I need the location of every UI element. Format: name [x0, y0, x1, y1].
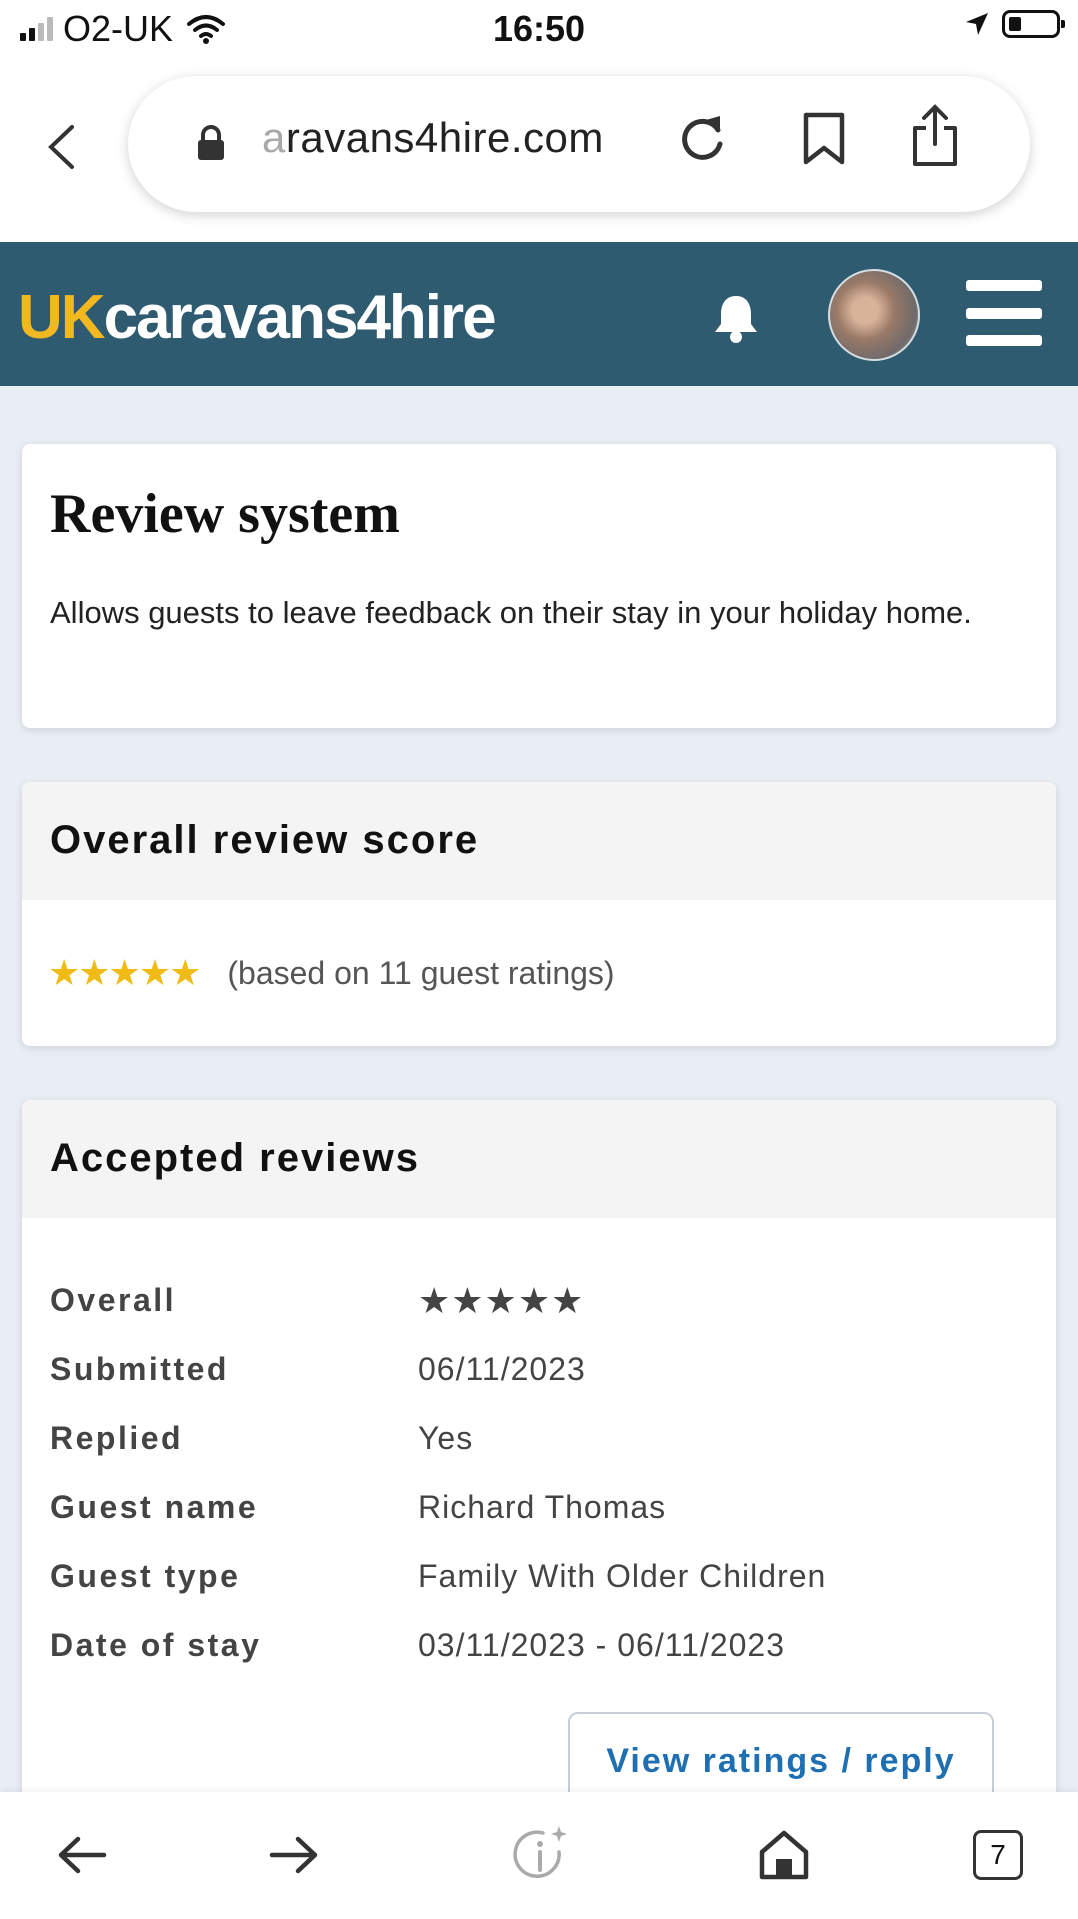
url-faded-part: a: [262, 114, 286, 161]
bell-icon[interactable]: [712, 292, 760, 344]
row-value: 03/11/2023 - 06/11/2023: [418, 1627, 785, 1663]
avatar[interactable]: [828, 269, 920, 361]
row-value-stars: ★★★★★: [418, 1279, 585, 1321]
logo-text: caravans4hire: [103, 283, 497, 352]
status-right: [964, 10, 1065, 38]
score-card-header: Overall review score: [22, 782, 1056, 900]
back-chevron-icon[interactable]: [38, 117, 84, 177]
row-value: Richard Thomas: [418, 1489, 667, 1525]
logo-uk: UK: [18, 283, 106, 352]
review-row-replied: Replied Yes: [50, 1404, 1030, 1473]
reviews-card: Accepted reviews Overall ★★★★★ Submitted…: [22, 1100, 1056, 1800]
home-icon[interactable]: [752, 1822, 816, 1888]
intro-description: Allows guests to leave feedback on their…: [50, 595, 972, 630]
row-value: Yes: [418, 1420, 474, 1456]
score-card: Overall review score ★★★★★ (based on 11 …: [22, 782, 1056, 1046]
score-card-title: Overall review score: [50, 818, 480, 862]
tabs-icon[interactable]: 7: [966, 1822, 1030, 1888]
status-bar: O2-UK 16:50: [0, 0, 1078, 62]
view-ratings-reply-button[interactable]: View ratings / reply: [568, 1712, 994, 1800]
site-logo[interactable]: UKcaravans4hire: [18, 282, 497, 353]
star-rating: ★★★★★: [48, 952, 201, 993]
battery-icon: [1002, 10, 1065, 38]
review-row-overall: Overall ★★★★★: [50, 1266, 1030, 1335]
page-title: Review system: [50, 483, 400, 545]
address-bar[interactable]: aravans4hire.com: [128, 76, 1030, 212]
review-row-guest-name: Guest name Richard Thomas: [50, 1473, 1030, 1542]
bookmark-icon[interactable]: [802, 112, 846, 166]
share-icon[interactable]: [910, 104, 960, 168]
browser-bar: aravans4hire.com: [0, 62, 1078, 242]
reload-icon[interactable]: [676, 112, 728, 164]
hamburger-menu-icon[interactable]: [966, 280, 1042, 346]
url-text[interactable]: aravans4hire.com: [262, 114, 604, 162]
browser-toolbar: 7: [0, 1792, 1078, 1919]
row-label: Replied: [50, 1420, 184, 1456]
review-row-date-of-stay: Date of stay 03/11/2023 - 06/11/2023: [50, 1611, 1030, 1680]
rating-count-note: (based on 11 guest ratings): [227, 954, 615, 991]
row-label: Guest name: [50, 1489, 259, 1525]
lock-icon: [198, 125, 224, 160]
info-sparkle-icon[interactable]: [504, 1822, 576, 1888]
clock: 16:50: [492, 8, 586, 49]
arrow-left-icon[interactable]: [50, 1822, 114, 1888]
intro-card: Review system Allows guests to leave fee…: [22, 444, 1056, 728]
score-row: ★★★★★ (based on 11 guest ratings): [48, 952, 615, 994]
row-value: Family With Older Children: [418, 1558, 827, 1594]
review-row-submitted: Submitted 06/11/2023: [50, 1335, 1030, 1404]
row-label: Date of stay: [50, 1627, 262, 1663]
row-label: Guest type: [50, 1558, 241, 1594]
review-row-guest-type: Guest type Family With Older Children: [50, 1542, 1030, 1611]
review-details: Overall ★★★★★ Submitted 06/11/2023 Repli…: [50, 1266, 1030, 1680]
row-value: 06/11/2023: [418, 1351, 586, 1387]
tab-count: 7: [973, 1830, 1023, 1880]
row-label: Overall: [50, 1282, 177, 1318]
location-arrow-icon: [966, 13, 988, 35]
arrow-right-icon[interactable]: [262, 1822, 326, 1888]
url-main-part: ravans4hire.com: [285, 114, 604, 161]
row-label: Submitted: [50, 1351, 229, 1387]
reviews-card-header: Accepted reviews: [22, 1100, 1056, 1218]
reviews-card-title: Accepted reviews: [50, 1136, 420, 1180]
site-header: UKcaravans4hire: [0, 242, 1078, 386]
